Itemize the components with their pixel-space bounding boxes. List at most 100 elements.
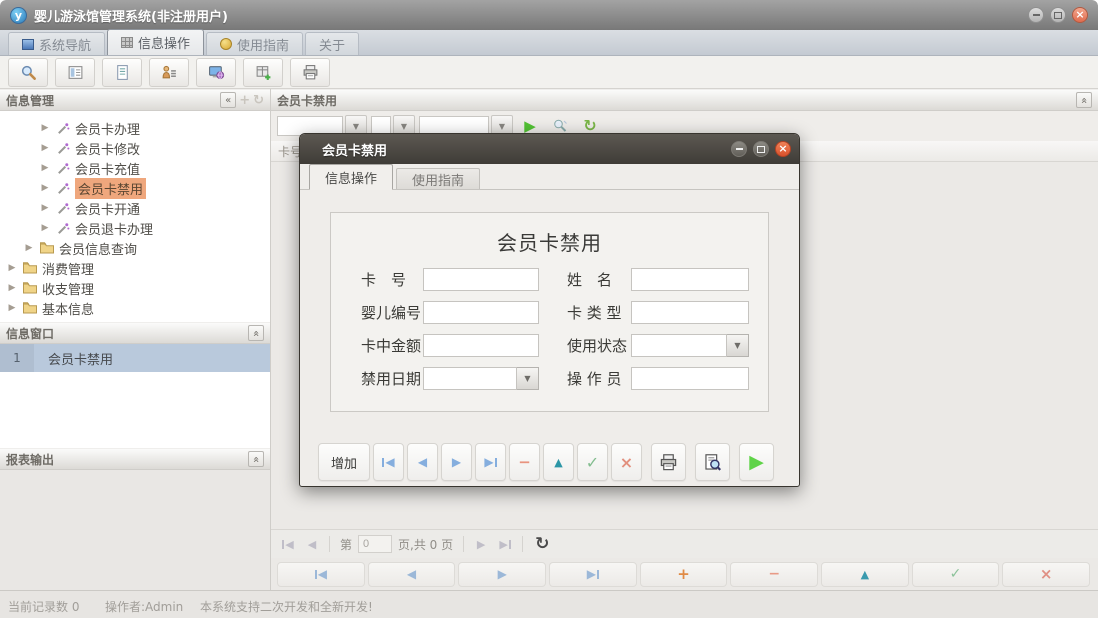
tree-item-consume-manage[interactable]: ▶ 消费管理 xyxy=(0,258,270,278)
collapse-sidebar-button[interactable]: « xyxy=(220,92,236,108)
dialog-print-button[interactable] xyxy=(651,443,686,481)
tree-item-label: 消费管理 xyxy=(42,259,94,278)
minimize-button[interactable] xyxy=(1028,7,1044,23)
tab-about[interactable]: 关于 xyxy=(305,32,359,55)
dialog-cancel-record-button[interactable]: × xyxy=(611,443,642,481)
next-record-button[interactable]: ▶ xyxy=(458,562,546,587)
next-page-button[interactable]: ▶ xyxy=(470,533,492,555)
tree-item-basic-info[interactable]: ▶ 基本信息 xyxy=(0,298,270,318)
expand-arrow-icon[interactable]: ▶ xyxy=(40,163,50,173)
dialog-maximize-button[interactable] xyxy=(753,141,769,157)
expand-arrow-icon[interactable]: ▶ xyxy=(40,223,50,233)
add-record-button[interactable]: 增加 xyxy=(318,443,370,481)
card-number-input[interactable] xyxy=(423,268,539,291)
dialog-prev-record-button[interactable]: ◀ xyxy=(407,443,438,481)
expand-arrow-icon[interactable]: ▶ xyxy=(7,263,17,273)
usage-status-input[interactable] xyxy=(631,334,727,357)
tree-item-card-register[interactable]: ▶ 会员卡办理 xyxy=(0,118,270,138)
edit-record-button[interactable]: ▲ xyxy=(821,562,909,587)
expand-arrow-icon[interactable]: ▶ xyxy=(40,203,50,213)
dialog-first-record-button[interactable]: ◀ xyxy=(373,443,404,481)
folder-icon xyxy=(22,260,38,276)
cancel-record-button[interactable]: × xyxy=(1002,562,1090,587)
dialog-close-button[interactable]: × xyxy=(775,141,791,157)
tree-item-card-disable[interactable]: ▶ 会员卡禁用 xyxy=(0,178,270,198)
info-item-number: 1 xyxy=(0,344,34,372)
first-record-button[interactable]: ◀ xyxy=(277,562,365,587)
first-record-icon: ◀ xyxy=(315,567,327,581)
usage-status-label: 使用状态 xyxy=(567,335,631,356)
dialog-print-preview-button[interactable] xyxy=(695,443,730,481)
collapse-main-panel-button[interactable]: « xyxy=(1076,92,1092,108)
tree-item-card-recharge[interactable]: ▶ 会员卡充值 xyxy=(0,158,270,178)
refresh-grid-button[interactable]: ↻ xyxy=(535,536,549,553)
dialog-titlebar[interactable]: 会员卡禁用 × xyxy=(300,134,799,164)
operator-input[interactable] xyxy=(631,367,749,390)
window-title: 婴儿游泳馆管理系统(非注册用户) xyxy=(34,6,228,25)
disable-date-select[interactable]: ▼ xyxy=(423,367,539,390)
dialog-post-record-button[interactable]: ✓ xyxy=(577,443,608,481)
operator-tool-button[interactable] xyxy=(149,58,189,87)
first-record-icon: ◀ xyxy=(382,455,394,469)
delete-record-button[interactable]: − xyxy=(730,562,818,587)
dropdown-button[interactable]: ▼ xyxy=(517,367,539,390)
usage-status-select[interactable]: ▼ xyxy=(631,334,749,357)
expand-arrow-icon[interactable]: ▶ xyxy=(40,143,50,153)
report-tool-button[interactable] xyxy=(102,58,142,87)
dialog-minimize-button[interactable] xyxy=(731,141,747,157)
dropdown-button[interactable]: ▼ xyxy=(727,334,749,357)
tab-system-navigation[interactable]: 系统导航 xyxy=(8,32,105,55)
chevron-down-icon: ▼ xyxy=(499,122,505,131)
last-page-button[interactable]: ▶ xyxy=(494,533,516,555)
collapse-report-output-button[interactable]: « xyxy=(248,451,264,467)
dialog-next-record-button[interactable]: ▶ xyxy=(441,443,472,481)
insert-record-button[interactable]: + xyxy=(640,562,728,587)
tree-item-income-manage[interactable]: ▶ 收支管理 xyxy=(0,278,270,298)
tab-user-guide[interactable]: 使用指南 xyxy=(206,32,303,55)
post-record-button[interactable]: ✓ xyxy=(912,562,1000,587)
tree-item-card-enable[interactable]: ▶ 会员卡开通 xyxy=(0,198,270,218)
prev-record-button[interactable]: ◀ xyxy=(368,562,456,587)
name-input[interactable] xyxy=(631,268,749,291)
first-page-button[interactable]: ◀ xyxy=(277,533,299,555)
dialog-last-record-button[interactable]: ▶ xyxy=(475,443,506,481)
expand-arrow-icon[interactable]: ▶ xyxy=(40,183,50,193)
baby-id-input[interactable] xyxy=(423,301,539,324)
prev-page-button[interactable]: ◀ xyxy=(301,533,323,555)
collapse-info-window-button[interactable]: « xyxy=(248,325,264,341)
document-icon xyxy=(114,64,131,81)
dialog-edit-record-button[interactable]: ▲ xyxy=(543,443,574,481)
expand-arrow-icon[interactable]: ▶ xyxy=(7,303,17,313)
form-tool-button[interactable] xyxy=(55,58,95,87)
card-type-input[interactable] xyxy=(631,301,749,324)
maximize-button[interactable] xyxy=(1050,7,1066,23)
minimize-icon xyxy=(1033,14,1040,16)
dialog-tab-info-operation[interactable]: 信息操作 xyxy=(309,164,393,190)
search-tool-button[interactable] xyxy=(8,58,48,87)
monitor-tool-button[interactable] xyxy=(196,58,236,87)
tab-info-operation[interactable]: 信息操作 xyxy=(107,29,204,55)
expand-arrow-icon[interactable]: ▶ xyxy=(40,123,50,133)
check-icon: ✓ xyxy=(586,453,599,472)
panel-title: 报表输出 xyxy=(6,451,54,468)
tree-item-card-return[interactable]: ▶ 会员退卡办理 xyxy=(0,218,270,238)
card-balance-input[interactable] xyxy=(423,334,539,357)
main-tabbar: 系统导航 信息操作 使用指南 关于 xyxy=(0,30,1098,56)
last-record-button[interactable]: ▶ xyxy=(549,562,637,587)
data-tool-button[interactable] xyxy=(243,58,283,87)
dialog-delete-record-button[interactable]: − xyxy=(509,443,540,481)
expand-arrow-icon[interactable]: ▶ xyxy=(7,283,17,293)
dialog-execute-button[interactable]: ▶ xyxy=(739,443,774,481)
disable-date-input[interactable] xyxy=(423,367,517,390)
page-number-input[interactable] xyxy=(358,535,392,553)
print-tool-button[interactable] xyxy=(290,58,330,87)
wand-icon xyxy=(55,120,71,136)
tree-item-label: 会员卡充值 xyxy=(75,159,140,178)
tree-item-member-query[interactable]: ▶ 会员信息查询 xyxy=(0,238,270,258)
page-prefix-label: 第 xyxy=(340,536,352,553)
close-button[interactable]: × xyxy=(1072,7,1088,23)
info-window-item[interactable]: 1 会员卡禁用 xyxy=(0,344,270,372)
tree-item-card-modify[interactable]: ▶ 会员卡修改 xyxy=(0,138,270,158)
dialog-tab-user-guide[interactable]: 使用指南 xyxy=(396,168,480,189)
expand-arrow-icon[interactable]: ▶ xyxy=(24,243,34,253)
